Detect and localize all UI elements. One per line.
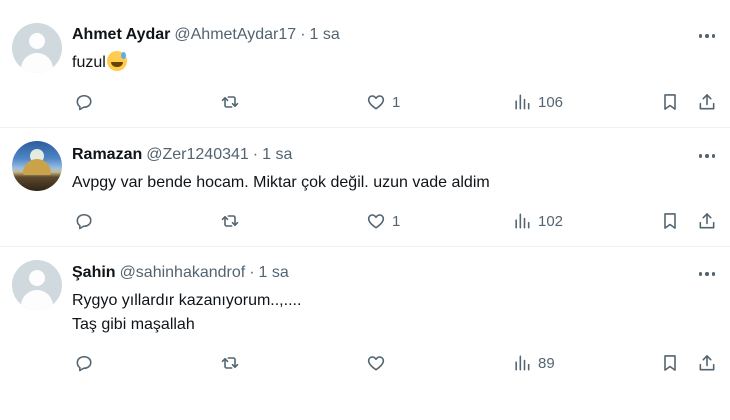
like-button[interactable]: 1 bbox=[366, 210, 400, 232]
action-bar: 1 102 bbox=[0, 210, 730, 232]
separator-dot: · bbox=[252, 146, 259, 163]
tweet-text: Rygyo yıllardır kazanıyorum..,.... Taş g… bbox=[72, 289, 301, 337]
retweet-button[interactable] bbox=[220, 210, 246, 232]
share-icon bbox=[699, 213, 715, 229]
bookmark-icon bbox=[664, 94, 676, 110]
tweet-text-line: fuzul bbox=[72, 54, 106, 71]
user-name[interactable]: Ramazan bbox=[72, 146, 142, 164]
retweet-button[interactable] bbox=[220, 91, 246, 113]
sweat-smile-emoji-icon bbox=[106, 51, 127, 71]
views-icon bbox=[515, 213, 530, 229]
share-icon bbox=[699, 355, 715, 371]
views-icon bbox=[515, 355, 530, 371]
avatar-head-shape bbox=[29, 33, 45, 49]
share-button[interactable] bbox=[697, 210, 717, 232]
tweet[interactable]: Ahmet Aydar @AhmetAydar17 · 1 sa fuzul 1 bbox=[0, 0, 730, 127]
tweet-text: fuzul bbox=[72, 51, 127, 75]
tweet-text-line: Taş gibi maşallah bbox=[72, 316, 195, 333]
like-icon bbox=[367, 356, 385, 371]
avatar-photo-dome bbox=[23, 159, 51, 175]
timestamp[interactable]: 1 sa bbox=[259, 264, 289, 282]
reply-icon bbox=[76, 94, 92, 111]
avatar-body-shape bbox=[21, 290, 53, 310]
tweet[interactable]: Ramazan @Zer1240341 · 1 sa Avpgy var ben… bbox=[0, 128, 730, 246]
more-icon[interactable] bbox=[696, 145, 718, 167]
views-icon bbox=[515, 94, 530, 110]
tweet-text-line: Rygyo yıllardır kazanıyorum..,.... bbox=[72, 292, 302, 309]
tweet-text: Avpgy var bende hocam. Miktar çok değil.… bbox=[72, 171, 490, 195]
timestamp[interactable]: 1 sa bbox=[262, 146, 292, 164]
user-name[interactable]: Şahin bbox=[72, 264, 116, 282]
retweet-button[interactable] bbox=[220, 352, 246, 374]
like-icon bbox=[367, 95, 385, 110]
avatar[interactable] bbox=[12, 23, 62, 73]
share-button[interactable] bbox=[697, 352, 717, 374]
avatar-head-shape bbox=[29, 270, 45, 286]
reply-icon bbox=[76, 213, 92, 230]
views-button[interactable]: 106 bbox=[512, 91, 563, 113]
tweet-text-line: Avpgy var bende hocam. Miktar çok değil.… bbox=[72, 174, 490, 191]
user-handle[interactable]: @AhmetAydar17 bbox=[174, 26, 296, 44]
user-handle[interactable]: @sahinhakandrof bbox=[120, 264, 246, 282]
views-count: 102 bbox=[538, 212, 564, 230]
like-count: 1 bbox=[392, 212, 401, 230]
bookmark-button[interactable] bbox=[660, 352, 680, 374]
timestamp[interactable]: 1 sa bbox=[310, 26, 340, 44]
reply-button[interactable] bbox=[74, 352, 100, 374]
user-handle[interactable]: @Zer1240341 bbox=[146, 146, 249, 164]
like-icon bbox=[367, 214, 385, 229]
like-button[interactable] bbox=[366, 352, 392, 374]
separator-dot: · bbox=[249, 264, 255, 281]
bookmark-button[interactable] bbox=[660, 91, 680, 113]
share-button[interactable] bbox=[697, 91, 717, 113]
like-count: 1 bbox=[392, 93, 401, 111]
avatar[interactable] bbox=[12, 260, 62, 310]
more-icon[interactable] bbox=[696, 263, 718, 285]
bookmark-button[interactable] bbox=[660, 210, 680, 232]
reply-button[interactable] bbox=[74, 91, 100, 113]
views-button[interactable]: 89 bbox=[512, 352, 555, 374]
tweet-header: Ahmet Aydar @AhmetAydar17 · 1 sa bbox=[72, 24, 340, 46]
reply-icon bbox=[76, 355, 92, 372]
tweet-header: Şahin @sahinhakandrof · 1 sa bbox=[72, 262, 289, 284]
retweet-icon bbox=[221, 357, 239, 369]
views-button[interactable]: 102 bbox=[512, 210, 563, 232]
views-count: 89 bbox=[538, 354, 555, 372]
share-icon bbox=[699, 94, 715, 110]
more-icon[interactable] bbox=[696, 25, 718, 47]
reply-feed: Ahmet Aydar @AhmetAydar17 · 1 sa fuzul 1 bbox=[0, 0, 730, 420]
avatar-body-shape bbox=[21, 53, 53, 73]
tweet[interactable]: Şahin @sahinhakandrof · 1 sa Rygyo yılla… bbox=[0, 247, 730, 420]
user-name[interactable]: Ahmet Aydar bbox=[72, 26, 170, 44]
avatar[interactable] bbox=[12, 141, 62, 191]
reply-button[interactable] bbox=[74, 210, 100, 232]
action-bar: 89 bbox=[0, 352, 730, 374]
bookmark-icon bbox=[664, 213, 676, 229]
like-button[interactable]: 1 bbox=[366, 91, 400, 113]
separator-dot: · bbox=[300, 26, 306, 43]
views-count: 106 bbox=[538, 93, 564, 111]
bookmark-icon bbox=[664, 355, 676, 371]
retweet-icon bbox=[221, 215, 239, 227]
tweet-header: Ramazan @Zer1240341 · 1 sa bbox=[72, 144, 292, 166]
retweet-icon bbox=[221, 96, 239, 108]
action-bar: 1 106 bbox=[0, 91, 730, 113]
